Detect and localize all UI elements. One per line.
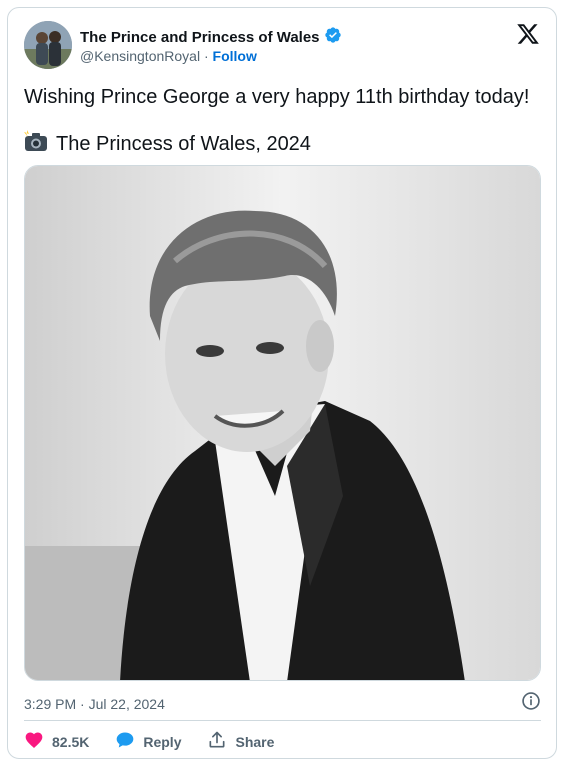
display-name[interactable]: The Prince and Princess of Wales <box>80 29 320 46</box>
share-button[interactable]: Share <box>207 730 274 753</box>
photo-credit: The Princess of Wales, 2024 <box>56 132 311 155</box>
divider <box>24 720 541 721</box>
verified-badge-icon <box>324 26 342 49</box>
handle-separator: · <box>203 48 209 64</box>
account-name-row: The Prince and Princess of Wales <box>80 26 342 49</box>
info-icon[interactable] <box>521 691 541 716</box>
handle-row: @KensingtonRoyal · Follow <box>80 48 257 64</box>
share-label: Share <box>235 733 275 750</box>
camera-flash-icon <box>24 130 48 158</box>
heart-icon <box>24 730 44 753</box>
action-bar: 82.5K Reply Share <box>24 730 274 753</box>
reply-button[interactable]: Reply <box>115 730 181 753</box>
handle[interactable]: @KensingtonRoyal <box>80 48 200 64</box>
avatar[interactable] <box>24 21 72 69</box>
x-logo-icon[interactable] <box>516 22 540 46</box>
reply-label: Reply <box>143 733 182 750</box>
like-count: 82.5K <box>52 733 90 750</box>
meta-row: 3:29 PM · Jul 22, 2024 <box>24 691 541 716</box>
follow-button[interactable]: Follow <box>213 48 257 64</box>
reply-bubble-icon <box>115 730 135 753</box>
tweet-text: Wishing Prince George a very happy 11th … <box>24 86 530 108</box>
tweet-caption: The Princess of Wales, 2024 <box>24 130 311 158</box>
timestamp[interactable]: 3:29 PM · Jul 22, 2024 <box>24 696 165 712</box>
tweet-photo[interactable] <box>24 165 541 681</box>
share-icon <box>207 730 227 753</box>
tweet-card: The Prince and Princess of Wales @Kensin… <box>7 7 557 759</box>
like-button[interactable]: 82.5K <box>24 730 89 753</box>
